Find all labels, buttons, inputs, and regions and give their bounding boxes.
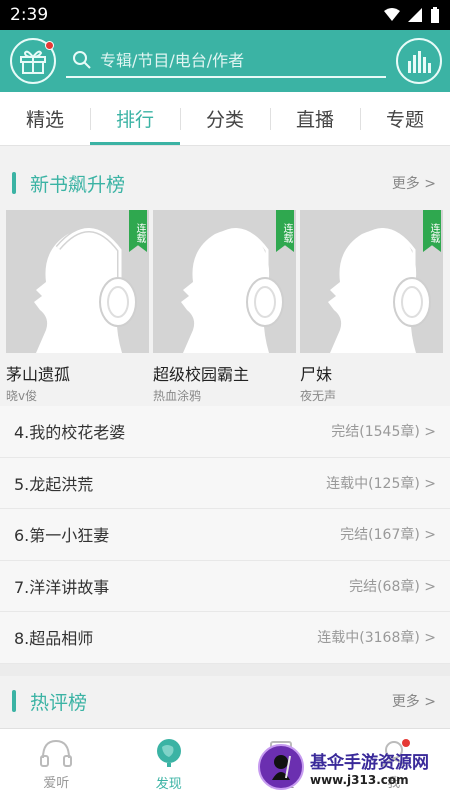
section-accent-bar [12,172,16,194]
tab-category[interactable]: 分类 [180,92,270,145]
ranking-list: 4.我的校花老婆 完结(1545章) > 5.龙起洪荒 连载中(125章) > … [0,406,450,664]
list-item[interactable]: 4.我的校花老婆 完结(1545章) > [0,406,450,458]
more-link[interactable]: 更多 > [392,173,436,193]
watermark-logo-icon [258,744,304,790]
more-link[interactable]: 更多 > [392,691,436,711]
audio-chart-button[interactable] [396,38,442,84]
book-card[interactable]: 连载 超级校园霸主 热血涂鸦 [153,210,296,406]
list-item-title: 5.龙起洪荒 [14,474,94,494]
gift-icon [20,50,46,74]
watermark: 基伞手游资源网 www.j313.com [258,738,446,796]
book-cover: 连载 [300,210,443,353]
book-cover: 连载 [6,210,149,353]
status-time: 2:39 [10,5,49,25]
watermark-text: 基伞手游资源网 www.j313.com [310,748,429,787]
list-item-title: 6.第一小狂妻 [14,526,110,546]
book-card[interactable]: 连载 尸妹 夜无声 [300,210,443,406]
search-bar[interactable] [66,44,386,78]
list-item[interactable]: 7.洋洋讲故事 完结(68章) > [0,561,450,612]
top-bar [0,30,450,92]
headphone-silhouette-icon [328,228,431,353]
book-title: 超级校园霸主 [153,365,250,384]
list-item[interactable]: 6.第一小狂妻 完结(167章) > [0,509,450,561]
section-new-rising: 新书飙升榜 更多 > [0,160,450,206]
list-item-title: 4.我的校花老婆 [14,423,126,443]
list-item-title: 8.超品相师 [14,629,94,649]
list-item-status: 连载中(3168章) > [317,630,436,647]
headphone-silhouette-icon [34,226,137,353]
tab-topics[interactable]: 专题 [360,92,450,145]
nav-label: 爱听 [43,776,70,791]
book-author: 热血涂鸦 [153,389,202,403]
status-icons [384,7,440,23]
gift-button[interactable] [10,38,56,84]
watermark-url: www.j313.com [310,772,409,787]
tab-live[interactable]: 直播 [270,92,360,145]
tab-ranking[interactable]: 排行 [90,92,180,145]
nav-listen[interactable]: 爱听 [0,729,113,800]
category-tabs: 精选 排行 分类 直播 专题 [0,92,450,146]
book-author: 夜无声 [300,389,337,403]
section-divider [0,664,450,676]
globe-icon [156,739,181,767]
list-item-status: 完结(1545章) > [331,424,436,441]
section-title: 新书飙升榜 [30,173,126,196]
section-hot-review: 热评榜 更多 > [0,678,450,724]
book-cards: 连载 茅山遗孤 晓v俊 连载 超级校园霸主 热血涂鸦 连载 尸妹 夜无声 [0,210,450,406]
section-title: 热评榜 [30,691,88,714]
book-card[interactable]: 连载 茅山遗孤 晓v俊 [6,210,149,406]
search-input[interactable] [100,50,370,70]
tab-featured[interactable]: 精选 [0,92,90,145]
signal-icon [408,8,422,22]
nav-label: 发现 [155,777,182,792]
headphone-silhouette-icon [181,228,284,353]
list-item-title: 7.洋洋讲故事 [14,577,110,597]
list-item-status: 连载中(125章) > [326,475,436,492]
book-author: 晓v俊 [6,389,38,403]
list-item-status: 完结(167章) > [340,527,436,544]
book-title: 茅山遗孤 [6,365,71,384]
list-item[interactable]: 5.龙起洪荒 连载中(125章) > [0,458,450,509]
nav-discover[interactable]: 发现 [113,729,226,800]
list-item[interactable]: 8.超品相师 连载中(3168章) > [0,612,450,664]
status-bar: 2:39 [0,0,450,30]
wifi-icon [384,8,400,21]
search-icon [73,51,91,69]
list-item-status: 完结(68章) > [349,578,436,595]
equalizer-icon [408,51,431,73]
battery-icon [431,7,439,23]
watermark-title: 基伞手游资源网 [310,752,429,773]
notification-dot [45,41,54,50]
headphones-icon [40,739,73,767]
book-cover: 连载 [153,210,296,353]
section-accent-bar [12,690,16,712]
book-title: 尸妹 [300,365,333,384]
